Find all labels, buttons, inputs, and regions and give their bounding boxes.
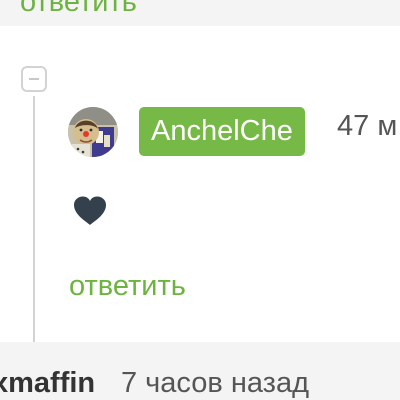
nested-reply: AnchelChe 47 м ответить: [0, 26, 400, 342]
previous-comment-reply-area: ответить: [0, 0, 400, 26]
thread-line: [33, 96, 35, 342]
heart-icon: [74, 196, 106, 225]
next-comment-time: 7 часов назад: [121, 367, 310, 399]
next-comment-header: xmaffin 7 часов назад: [0, 342, 400, 400]
avatar[interactable]: [68, 107, 118, 157]
collapse-thread-button[interactable]: [21, 66, 47, 92]
comment-time: 47 м: [337, 110, 398, 142]
avatar-image: [68, 107, 118, 157]
next-comment-author[interactable]: xmaffin: [0, 367, 95, 400]
minus-icon: [29, 78, 39, 80]
reply-button[interactable]: ответить: [69, 270, 186, 303]
previous-reply-link[interactable]: ответить: [20, 0, 137, 19]
username-badge[interactable]: AnchelChe: [139, 107, 305, 156]
